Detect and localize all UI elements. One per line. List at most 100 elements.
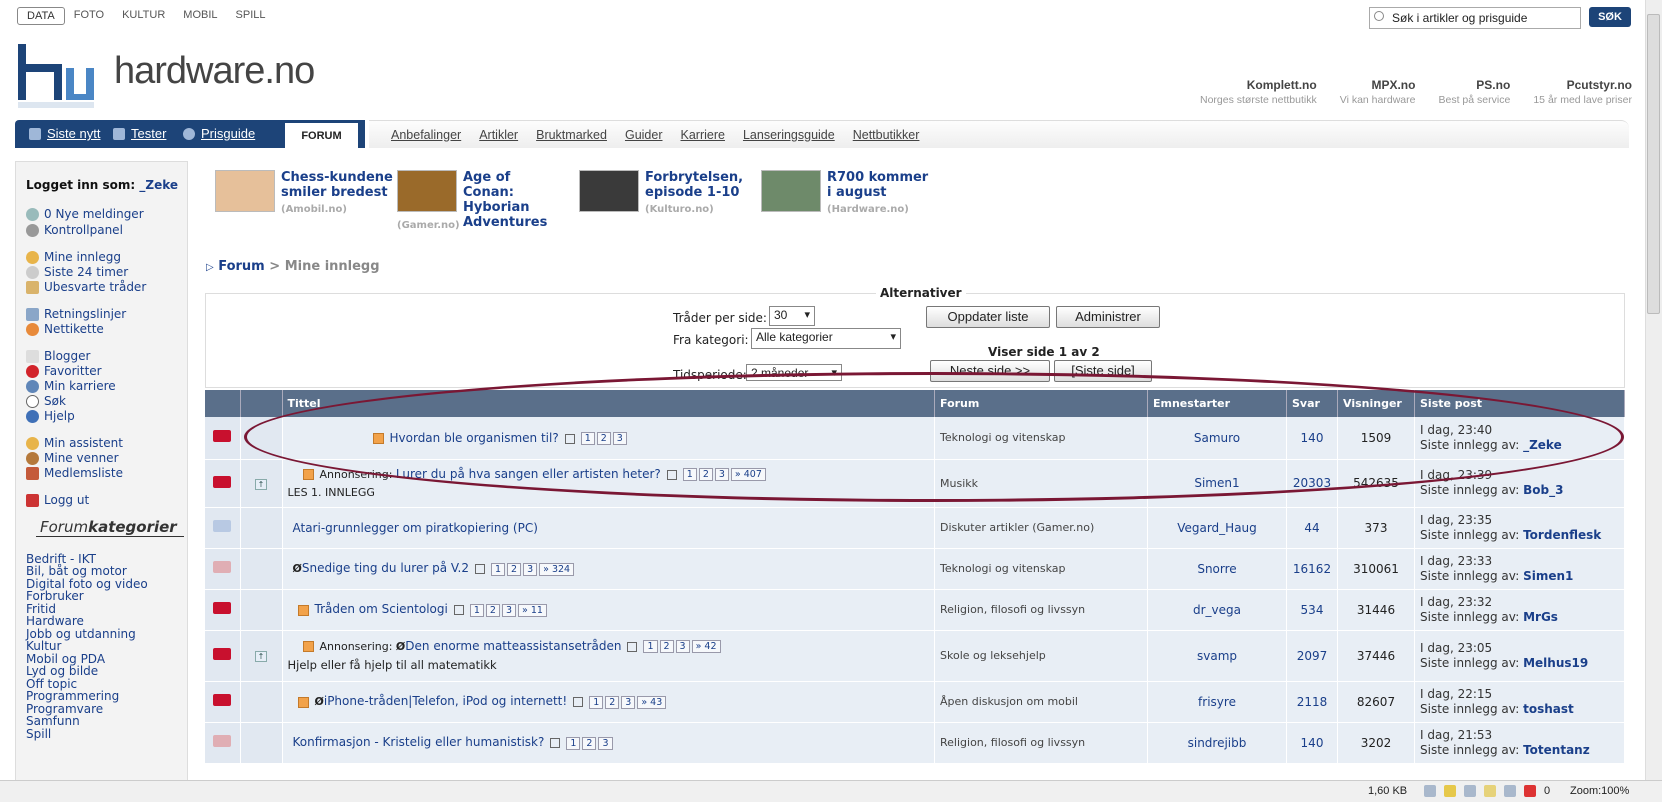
sidebar-item-career[interactable]: Min karriere (26, 379, 116, 393)
news-item[interactable]: R700 kommer i august (Hardware.no) (761, 170, 943, 236)
last-post-user[interactable]: Simen1 (1523, 569, 1573, 583)
category-hardware[interactable]: Hardware (26, 614, 84, 628)
thread-forum[interactable]: Åpen diskusjon om mobil (934, 681, 1148, 723)
category-select[interactable]: Alle kategorier (751, 328, 901, 349)
header-forum[interactable]: Forum (934, 390, 1148, 417)
user-name[interactable]: _Zeke (139, 178, 178, 192)
table-row[interactable]: ↑ Annonsering: ØDen enorme matteassistan… (205, 630, 1625, 682)
table-row[interactable]: Hvordan ble organismen til? 1 2 3 Teknologi… (205, 417, 1625, 460)
thread-forum[interactable]: Musikk (934, 459, 1148, 508)
category-kultur[interactable]: Kultur (26, 639, 61, 653)
shop-pcutstyr[interactable]: Pcutstyr.no 15 år med lave priser (1533, 78, 1632, 106)
thread-starter[interactable]: Samuro (1147, 417, 1287, 460)
header-last-post[interactable]: Siste post (1414, 390, 1625, 417)
header-views[interactable]: Visninger (1337, 390, 1415, 417)
news-item[interactable]: Chess-kundene smiler bredest (Amobil.no) (215, 170, 397, 236)
last-post-user[interactable]: _Zeke (1523, 438, 1562, 452)
thread-title-link[interactable]: iPhone-tråden|Telefon, iPod og internett… (324, 694, 567, 708)
news-item[interactable]: Forbrytelsen, episode 1-10 (Kulturo.no) (579, 170, 761, 236)
per-page-select[interactable]: 30 (769, 306, 815, 326)
hardware-logo[interactable] (16, 40, 96, 108)
thread-title-link[interactable]: Snedige ting du lurer på V.2 (302, 561, 469, 575)
header-replies[interactable]: Svar (1286, 390, 1338, 417)
tab-forum[interactable]: FORUM (285, 123, 358, 149)
category-forbruker[interactable]: Forbruker (26, 589, 84, 603)
subnav-lanseringsguide[interactable]: Lanseringsguide (743, 128, 835, 142)
sidebar-item-members[interactable]: Medlemsliste (26, 466, 123, 480)
news-item[interactable]: Age of Conan: Hyborian Adventures (Gamer… (397, 170, 579, 236)
table-row[interactable]: Atari-grunnlegger om piratkopiering (PC)… (205, 507, 1625, 549)
page-links[interactable]: 1 2 3» 324 (490, 562, 575, 576)
next-page-button[interactable]: Neste side >> (930, 360, 1050, 382)
subnav-karriere[interactable]: Karriere (681, 128, 725, 142)
thread-title-link[interactable]: Konfirmasjon - Kristelig eller humanisti… (293, 735, 545, 749)
thread-replies[interactable]: 16162 (1286, 548, 1338, 590)
page-links[interactable]: 1 2 3» 43 (589, 695, 667, 709)
sidebar-item-unanswered[interactable]: Ubesvarte tråder (26, 280, 146, 294)
thread-starter[interactable]: Simen1 (1147, 459, 1287, 508)
page-links[interactable]: 1 2 3» 407 (682, 468, 766, 482)
sidebar-item-favorites[interactable]: Favoritter (26, 364, 102, 378)
sidebar-item-my-posts[interactable]: Mine innlegg (26, 250, 121, 264)
category-programmering[interactable]: Programmering (26, 689, 119, 703)
page-links[interactable]: 123 (566, 736, 613, 750)
table-row[interactable]: Tråden om Scientologi 1 2 3» 11 Religion, f… (205, 589, 1625, 631)
sidebar-item-blogs[interactable]: Blogger (26, 349, 90, 363)
thread-starter[interactable]: frisyre (1147, 681, 1287, 723)
header-title[interactable]: Tittel (282, 390, 935, 417)
sidebar-item-netiquette[interactable]: Nettikette (26, 322, 104, 336)
thread-forum[interactable]: Skole og leksehjelp (934, 630, 1148, 682)
sidebar-item-messages[interactable]: 0 Nye meldinger (26, 207, 144, 221)
last-page-button[interactable]: [Siste side] (1054, 360, 1152, 382)
table-row[interactable]: ↑ Annonsering: Lurer du på hva sangen el… (205, 459, 1625, 508)
sidebar-item-help[interactable]: Hjelp (26, 409, 75, 423)
last-post-user[interactable]: toshast (1523, 702, 1574, 716)
thread-title-link[interactable]: Tråden om Scientologi (315, 602, 448, 616)
category-bil[interactable]: Bil, båt og motor (26, 564, 127, 578)
table-row[interactable]: ØSnedige ting du lurer på V.2 1 2 3» 324 Te… (205, 548, 1625, 590)
last-post-user[interactable]: MrGs (1523, 610, 1558, 624)
thread-replies[interactable]: 140 (1286, 417, 1338, 460)
nav-siste-nytt[interactable]: Siste nytt (47, 126, 100, 141)
toplink-foto[interactable]: FOTO (65, 7, 113, 25)
thread-forum[interactable]: Teknologi og vitenskap (934, 417, 1148, 460)
search-button[interactable]: SØK (1589, 7, 1631, 27)
subnav-nettbutikker[interactable]: Nettbutikker (853, 128, 920, 142)
toplink-data[interactable]: DATA (17, 7, 65, 25)
thread-title-link[interactable]: Atari-grunnlegger om piratkopiering (PC) (293, 521, 538, 535)
folder-icon[interactable] (1484, 785, 1496, 797)
block-icon[interactable] (1524, 785, 1536, 797)
administer-button[interactable]: Administrer (1056, 306, 1160, 328)
thread-title-link[interactable]: Den enorme matteassistansetråden (405, 639, 621, 653)
breadcrumb-forum[interactable]: Forum (218, 259, 265, 274)
sidebar-item-guidelines[interactable]: Retningslinjer (26, 307, 126, 321)
thread-replies[interactable]: 2118 (1286, 681, 1338, 723)
category-samfunn[interactable]: Samfunn (26, 714, 80, 728)
toplink-mobil[interactable]: MOBIL (174, 7, 226, 25)
table-row[interactable]: ØiPhone-tråden|Telefon, iPod og internet… (205, 681, 1625, 723)
nav-tester[interactable]: Tester (131, 126, 166, 141)
addon-icon[interactable] (1424, 785, 1436, 797)
period-select[interactable]: 2 måneder (746, 364, 842, 381)
last-post-user[interactable]: Tordenflesk (1523, 528, 1601, 542)
last-post-user[interactable]: Totentanz (1523, 743, 1590, 757)
thread-starter[interactable]: sindrejibb (1147, 722, 1287, 764)
thread-forum[interactable]: Religion, filosofi og livssyn (934, 722, 1148, 764)
network-icon[interactable] (1464, 785, 1476, 797)
page-links[interactable]: 123 (580, 432, 627, 445)
sidebar-item-logout[interactable]: Logg ut (26, 493, 89, 507)
sidebar-item-last-24h[interactable]: Siste 24 timer (26, 265, 128, 279)
header-starter[interactable]: Emnestarter (1147, 390, 1287, 417)
sidebar-item-control-panel[interactable]: Kontrollpanel (26, 223, 123, 237)
update-list-button[interactable]: Oppdater liste (926, 306, 1050, 328)
thread-replies[interactable]: 534 (1286, 589, 1338, 631)
page-links[interactable]: 1 2 3» 42 (643, 640, 721, 654)
thread-starter[interactable]: dr_vega (1147, 589, 1287, 631)
subnav-guider[interactable]: Guider (625, 128, 663, 142)
shop-ps[interactable]: PS.no Best på service (1439, 78, 1511, 106)
last-post-user[interactable]: Bob_3 (1523, 483, 1563, 497)
category-spill[interactable]: Spill (26, 727, 51, 741)
subnav-bruktmarked[interactable]: Bruktmarked (536, 128, 607, 142)
category-lyd[interactable]: Lyd og bilde (26, 664, 98, 678)
site-name[interactable]: hardware.no (114, 50, 315, 93)
